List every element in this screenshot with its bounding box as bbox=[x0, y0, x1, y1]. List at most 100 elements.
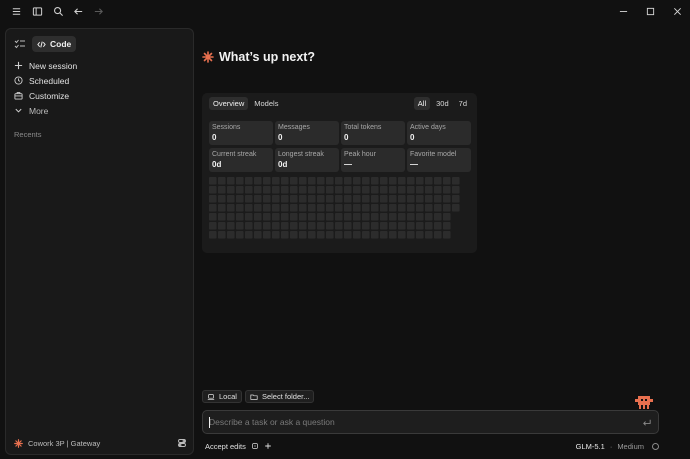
heatmap-cell bbox=[425, 195, 433, 203]
heatmap-cell bbox=[344, 177, 352, 185]
tab-overview[interactable]: Overview bbox=[209, 97, 249, 110]
heatmap-cell bbox=[218, 231, 226, 239]
heatmap-cell bbox=[254, 186, 262, 194]
heatmap-cell bbox=[353, 222, 361, 230]
usage-stats-panel: Overview Models All 30d 7d Sessions 0 Me… bbox=[202, 93, 477, 253]
composer-toolbar: Accept edits GLM-5.1 · Medium bbox=[202, 440, 659, 452]
heatmap-cell bbox=[380, 177, 388, 185]
heatmap-cell bbox=[227, 195, 235, 203]
heatmap-cell bbox=[263, 204, 271, 212]
prompt-input[interactable] bbox=[203, 411, 658, 433]
close-button[interactable] bbox=[669, 3, 685, 19]
heatmap-cell bbox=[281, 204, 289, 212]
heatmap-cell bbox=[443, 177, 451, 185]
heatmap-cell bbox=[227, 204, 235, 212]
sidebar-item-more[interactable]: More bbox=[14, 103, 77, 118]
prompt-composer[interactable] bbox=[202, 410, 659, 434]
status-circle-icon bbox=[652, 442, 659, 450]
permission-mode-button[interactable]: Accept edits bbox=[205, 442, 246, 451]
heatmap-cell bbox=[452, 204, 460, 212]
heatmap-cell bbox=[353, 231, 361, 239]
heatmap-cell bbox=[344, 186, 352, 194]
heatmap-cell bbox=[407, 204, 415, 212]
heatmap-cell bbox=[209, 204, 217, 212]
heatmap-cell bbox=[344, 231, 352, 239]
sidebar-item-customize[interactable]: Customize bbox=[14, 88, 77, 103]
heatmap-cell bbox=[299, 213, 307, 221]
stat-card-longest-streak: Longest streak 0d bbox=[275, 148, 339, 172]
heatmap-cell bbox=[227, 231, 235, 239]
heatmap-cell bbox=[317, 222, 325, 230]
sidebar-item-label: More bbox=[29, 105, 49, 116]
stat-card-peak-hour: Peak hour — bbox=[341, 148, 405, 172]
stat-card-current-streak: Current streak 0d bbox=[209, 148, 273, 172]
heatmap-cell bbox=[371, 231, 379, 239]
context-chips: Local Select folder... bbox=[202, 390, 315, 403]
heatmap-cell bbox=[335, 231, 343, 239]
heatmap-cell bbox=[344, 195, 352, 203]
settings-icon[interactable] bbox=[177, 438, 187, 448]
heatmap-cell bbox=[227, 222, 235, 230]
account-switcher[interactable]: Cowork 3P | Gateway bbox=[14, 439, 100, 448]
heatmap-cell bbox=[326, 186, 334, 194]
heatmap-cell bbox=[218, 204, 226, 212]
plus-icon[interactable] bbox=[264, 442, 272, 450]
heatmap-cell bbox=[236, 222, 244, 230]
code-icon bbox=[37, 40, 46, 48]
mode-switcher: Code bbox=[14, 36, 77, 52]
enter-icon[interactable] bbox=[641, 417, 652, 428]
heatmap-cell bbox=[371, 186, 379, 194]
forward-arrow-icon[interactable] bbox=[91, 4, 105, 18]
minimize-button[interactable] bbox=[615, 3, 631, 19]
heatmap-cell bbox=[362, 186, 370, 194]
plus-icon bbox=[14, 61, 23, 70]
model-selector[interactable]: GLM-5.1 · Medium bbox=[576, 442, 659, 451]
page-title-text: What’s up next? bbox=[219, 50, 316, 64]
tab-models[interactable]: Models bbox=[250, 97, 282, 110]
local-chip-label: Local bbox=[219, 392, 237, 401]
recents-heading: Recents bbox=[14, 130, 42, 139]
heatmap-cell bbox=[425, 177, 433, 185]
attach-file-icon[interactable] bbox=[251, 442, 259, 450]
code-mode-button[interactable]: Code bbox=[32, 36, 77, 52]
maximize-button[interactable] bbox=[642, 3, 658, 19]
heatmap-cell bbox=[317, 213, 325, 221]
select-folder-chip[interactable]: Select folder... bbox=[244, 390, 315, 403]
heatmap-cell bbox=[218, 222, 226, 230]
heatmap-cell bbox=[380, 186, 388, 194]
heatmap-cell bbox=[209, 177, 217, 185]
heatmap-cell bbox=[254, 213, 262, 221]
heatmap-cell bbox=[335, 186, 343, 194]
heatmap-cell bbox=[443, 231, 451, 239]
sidebar-item-new-session[interactable]: New session bbox=[14, 58, 77, 73]
heatmap-cell bbox=[326, 177, 334, 185]
heatmap-cell bbox=[362, 204, 370, 212]
sidebar-item-scheduled[interactable]: Scheduled bbox=[14, 73, 77, 88]
mode-list-icon[interactable] bbox=[14, 38, 26, 50]
stat-grid: Sessions 0 Messages 0 Total tokens 0 Act… bbox=[209, 121, 471, 172]
local-chip[interactable]: Local bbox=[202, 390, 242, 403]
range-7d[interactable]: 7d bbox=[455, 97, 471, 110]
heatmap-cell bbox=[452, 195, 460, 203]
clock-icon bbox=[14, 76, 23, 85]
back-arrow-icon[interactable] bbox=[71, 4, 85, 18]
heatmap-cell bbox=[209, 222, 217, 230]
mascot-icon bbox=[635, 396, 653, 409]
heatmap-cell bbox=[272, 186, 280, 194]
heatmap-cell bbox=[326, 213, 334, 221]
heatmap-cell bbox=[254, 177, 262, 185]
heatmap-cell bbox=[371, 222, 379, 230]
search-icon[interactable] bbox=[51, 4, 65, 18]
sidebar-toggle-icon[interactable] bbox=[30, 4, 44, 18]
menu-icon[interactable] bbox=[9, 4, 23, 18]
stat-label: Total tokens bbox=[344, 124, 382, 131]
range-30d[interactable]: 30d bbox=[432, 97, 453, 110]
heatmap-cell bbox=[425, 222, 433, 230]
range-all[interactable]: All bbox=[413, 97, 431, 110]
sidebar-item-label: Customize bbox=[29, 90, 70, 101]
code-mode-label: Code bbox=[50, 39, 72, 49]
heatmap-cell bbox=[209, 231, 217, 239]
heatmap-cell bbox=[317, 177, 325, 185]
heatmap-cell bbox=[344, 204, 352, 212]
heatmap-cell bbox=[389, 222, 397, 230]
